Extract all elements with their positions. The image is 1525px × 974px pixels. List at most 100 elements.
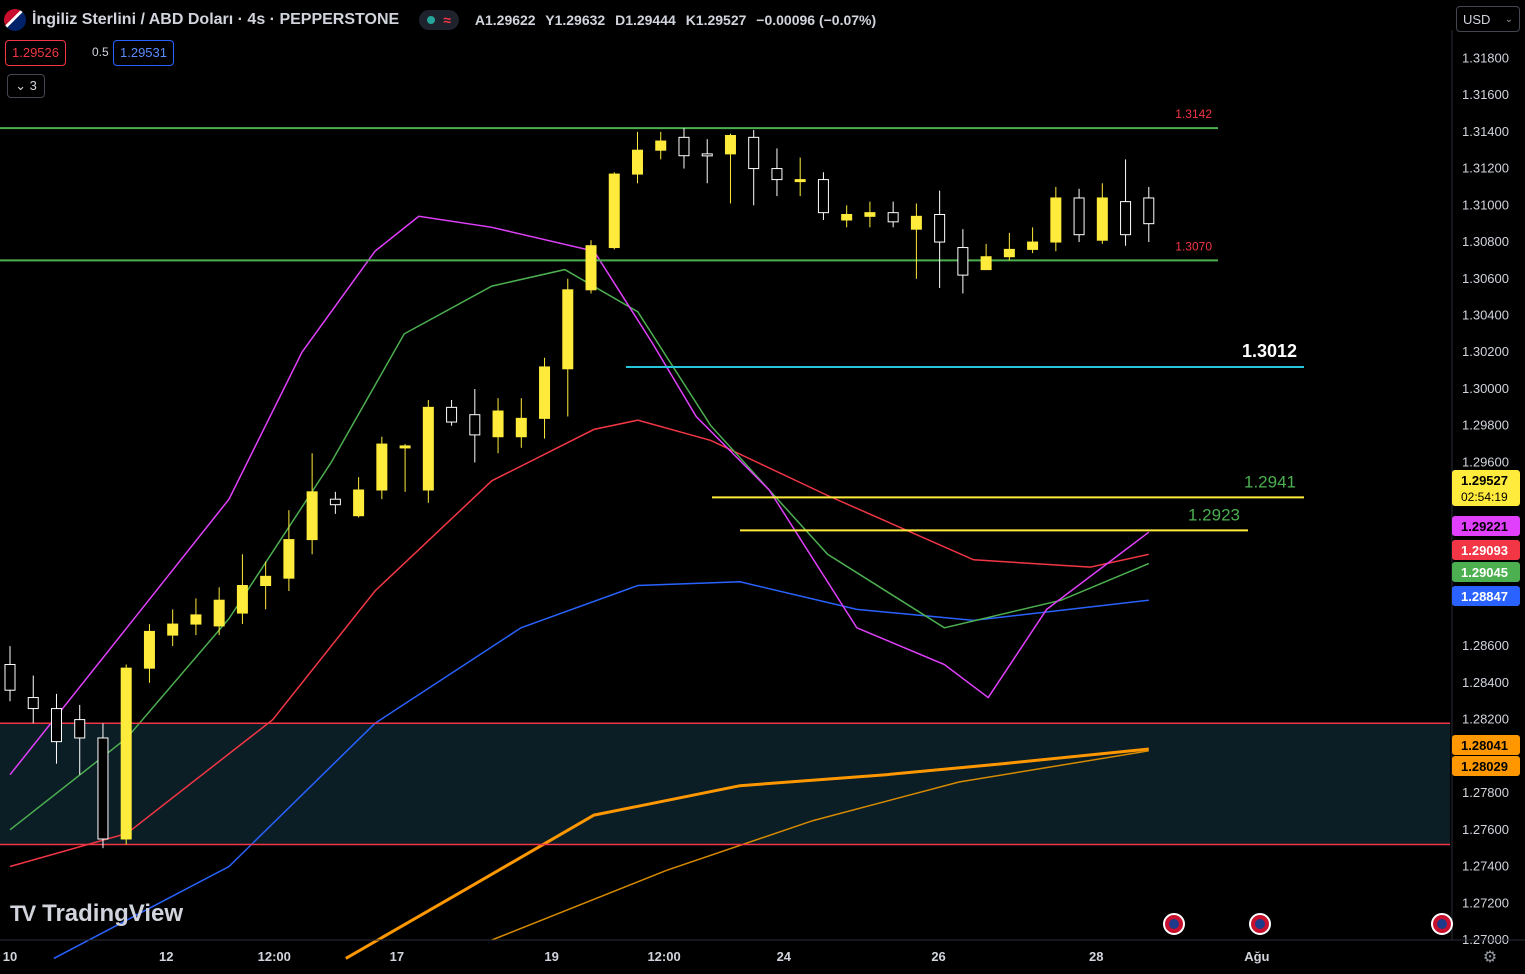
y-tick-label: 1.31000 xyxy=(1462,197,1509,212)
candle-body xyxy=(213,599,225,627)
candle-body xyxy=(562,289,574,370)
price-tag-value: 1.29045 xyxy=(1461,565,1508,580)
tradingview-logo: TV TradingView xyxy=(10,900,183,928)
candle-body xyxy=(515,417,527,438)
candle-body xyxy=(422,406,434,491)
candle-body xyxy=(399,445,411,449)
price-tag-value: 1.28029 xyxy=(1461,759,1508,774)
y-tick-label: 1.31200 xyxy=(1462,161,1509,176)
candle-body xyxy=(539,366,551,419)
indicators-toggle-button[interactable]: ⌄ 3 xyxy=(7,74,45,98)
y-tick-label: 1.27400 xyxy=(1462,859,1509,874)
spread-value: 0.5 xyxy=(92,45,109,59)
market-open-icon xyxy=(427,16,436,24)
candle-body xyxy=(4,663,16,691)
ohlc-high: Y1.29632 xyxy=(545,12,606,28)
ohlc-values: A1.29622 Y1.29632 D1.29444 K1.29527 −0.0… xyxy=(475,12,882,28)
ohlc-low: D1.29444 xyxy=(615,12,676,28)
y-tick-label: 1.31600 xyxy=(1462,87,1509,102)
y-tick-label: 1.28600 xyxy=(1462,638,1509,653)
candle-body xyxy=(724,135,736,155)
candle-body xyxy=(120,667,132,840)
candle-body xyxy=(1003,248,1015,258)
price-tag-value: 1.28041 xyxy=(1461,738,1508,753)
candle-body xyxy=(771,168,783,181)
candle-body xyxy=(608,173,620,249)
y-tick-label: 1.31400 xyxy=(1462,124,1509,139)
candle-body xyxy=(957,247,969,276)
brand-name: TradingView xyxy=(42,900,184,927)
candle-body xyxy=(585,245,597,291)
candle-body xyxy=(74,719,86,739)
y-tick-label: 1.30400 xyxy=(1462,308,1509,323)
level-label-4: 1.2923 xyxy=(1188,505,1240,524)
price-tag-value: 1.29221 xyxy=(1461,519,1508,534)
candle-body xyxy=(492,410,504,438)
y-tick-label: 1.29600 xyxy=(1462,454,1509,469)
chevron-down-icon: ⌄ xyxy=(1504,14,1513,25)
candle-body xyxy=(1096,197,1108,241)
candle-body xyxy=(632,149,644,175)
candle-body xyxy=(655,140,667,151)
candle-body xyxy=(1027,241,1039,250)
price-tag-value: 1.29093 xyxy=(1461,543,1508,558)
candle-body xyxy=(306,491,318,541)
gbp-flag-icon xyxy=(4,9,26,31)
candle-body xyxy=(143,630,155,669)
candle-body xyxy=(1050,197,1062,243)
level-label-2: 1.3012 xyxy=(1242,341,1297,361)
x-tick-label: 17 xyxy=(390,949,404,964)
candle-body xyxy=(353,489,365,517)
x-tick-label: 12:00 xyxy=(647,949,680,964)
ohlc-close: K1.29527 xyxy=(685,12,747,28)
candle-body xyxy=(260,575,272,587)
us-event-flag-icon xyxy=(1437,919,1447,929)
currency-select[interactable]: USD ⌄ xyxy=(1456,6,1520,32)
demand-zone xyxy=(0,723,1450,845)
y-tick-label: 1.27600 xyxy=(1462,822,1509,837)
candle-body xyxy=(97,737,109,840)
symbol-title[interactable]: İngiliz Sterlini / ABD Doları · 4s · PEP… xyxy=(32,11,399,29)
buy-button[interactable]: 1.29531 xyxy=(113,40,174,66)
candle-body xyxy=(1120,201,1132,236)
candle-body xyxy=(701,153,713,157)
sell-button[interactable]: 1.29526 xyxy=(5,40,66,66)
y-tick-label: 1.28200 xyxy=(1462,712,1509,727)
market-status[interactable]: ≈ xyxy=(419,10,459,30)
gear-icon[interactable]: ⚙ xyxy=(1481,947,1499,966)
y-tick-label: 1.30200 xyxy=(1462,344,1509,359)
candle-body xyxy=(817,179,829,214)
level-label-0: 1.3142 xyxy=(1175,107,1212,121)
symbol-header[interactable]: İngiliz Sterlini / ABD Doları · 4s · PEP… xyxy=(4,8,882,32)
candle-body xyxy=(27,697,39,710)
ma-magenta xyxy=(9,215,1150,776)
indicators-count: 3 xyxy=(29,78,37,93)
y-tick-label: 1.27800 xyxy=(1462,785,1509,800)
y-tick-label: 1.31800 xyxy=(1462,50,1509,65)
candle-body xyxy=(236,585,248,614)
us-event-flag-icon xyxy=(1169,919,1179,929)
candle-body xyxy=(376,443,388,491)
x-tick-label: 10 xyxy=(3,949,17,964)
y-tick-label: 1.30800 xyxy=(1462,234,1509,249)
x-tick-label: Ağu xyxy=(1244,949,1269,964)
candle-body xyxy=(1143,197,1155,225)
candle-body xyxy=(910,215,922,230)
candle-body xyxy=(864,212,876,217)
price-tag-value: 1.28847 xyxy=(1461,589,1508,604)
candle-body xyxy=(934,213,946,243)
price-chart[interactable]: 1.3142 1.3070 1.3012 1.29411.2923 1.31800 1.3… xyxy=(0,0,1525,974)
price-tag-countdown: 02:54:19 xyxy=(1461,490,1508,504)
x-tick-label: 19 xyxy=(544,949,558,964)
candle-body xyxy=(678,136,690,157)
candle-body xyxy=(446,406,458,423)
y-tick-label: 1.30000 xyxy=(1462,381,1509,396)
level-label-3: 1.2941 xyxy=(1244,472,1296,491)
x-tick-label: 12 xyxy=(159,949,173,964)
candle-body xyxy=(980,256,992,271)
x-tick-label: 28 xyxy=(1089,949,1103,964)
candle-body xyxy=(887,212,899,223)
tradingview-mark-icon: TV xyxy=(10,901,36,926)
candle-body xyxy=(283,539,295,579)
ohlc-change: −0.00096 (−0.07%) xyxy=(756,12,877,28)
